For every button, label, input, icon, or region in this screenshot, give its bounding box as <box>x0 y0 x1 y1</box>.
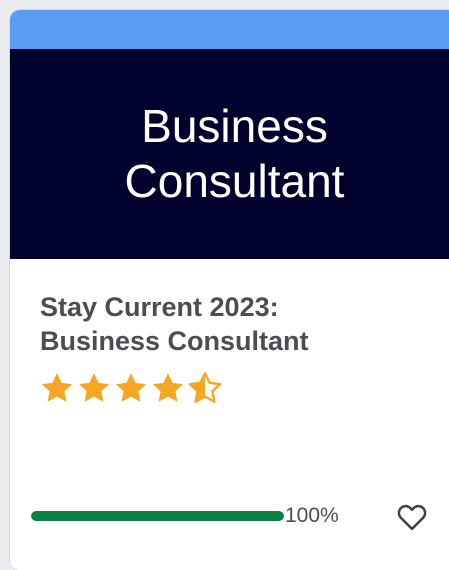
star-icon <box>113 371 149 405</box>
heart-outline-icon <box>397 503 427 531</box>
star-icon <box>76 371 112 405</box>
progress-bar <box>31 511 284 521</box>
progress-bar-fill <box>31 511 284 521</box>
star-rating <box>39 371 223 405</box>
favorite-button[interactable] <box>394 500 430 534</box>
thumbnail-line-1: Business <box>141 100 328 152</box>
course-title-line-2: Business Consultant <box>40 326 309 356</box>
course-title[interactable]: Stay Current 2023: Business Consultant <box>40 290 400 358</box>
card-top-strip <box>10 10 449 49</box>
course-title-line-1: Stay Current 2023: <box>40 292 279 322</box>
star-icon <box>150 371 186 405</box>
thumbnail-line-2: Consultant <box>124 155 345 207</box>
course-card[interactable]: Business Consultant Stay Current 2023: B… <box>10 10 449 570</box>
star-icon <box>187 371 223 405</box>
thumbnail-text: Business Consultant <box>10 99 449 209</box>
course-thumbnail[interactable]: Business Consultant <box>10 49 449 259</box>
star-icon <box>39 371 75 405</box>
progress-percent: 100% <box>285 504 339 527</box>
